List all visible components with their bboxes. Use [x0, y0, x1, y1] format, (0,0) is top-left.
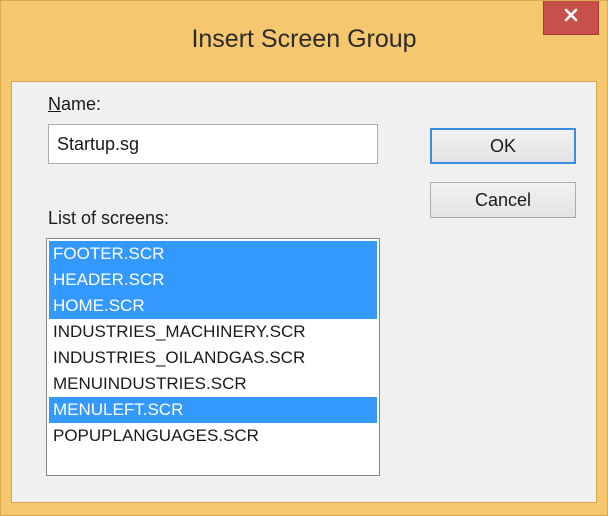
- list-item[interactable]: HEADER.SCR: [49, 267, 377, 293]
- list-item[interactable]: MENUINDUSTRIES.SCR: [49, 371, 377, 397]
- cancel-button[interactable]: Cancel: [430, 182, 576, 218]
- name-input[interactable]: [48, 124, 378, 164]
- list-item[interactable]: HOME.SCR: [49, 293, 377, 319]
- name-label-accesskey: N: [48, 94, 61, 114]
- close-button[interactable]: [543, 1, 599, 35]
- list-item[interactable]: INDUSTRIES_OILANDGAS.SCR: [49, 345, 377, 371]
- list-item[interactable]: MENULEFT.SCR: [49, 397, 377, 423]
- list-item[interactable]: POPUPLANGUAGES.SCR: [49, 423, 377, 449]
- dialog-window: Insert Screen Group Name: OK Cancel List…: [0, 0, 608, 516]
- list-item[interactable]: INDUSTRIES_MACHINERY.SCR: [49, 319, 377, 345]
- close-icon: [563, 7, 579, 28]
- name-label-text: ame:: [61, 94, 102, 114]
- ok-button[interactable]: OK: [430, 128, 576, 164]
- list-item[interactable]: FOOTER.SCR: [49, 241, 377, 267]
- dialog-body: Name: OK Cancel List of screens: FOOTER.…: [11, 81, 597, 503]
- title-bar[interactable]: Insert Screen Group: [1, 1, 607, 81]
- screens-listbox[interactable]: FOOTER.SCR HEADER.SCR HOME.SCR INDUSTRIES_M…: [46, 238, 380, 476]
- dialog-title: Insert Screen Group: [191, 25, 417, 53]
- list-of-screens-label: List of screens:: [48, 208, 170, 228]
- name-label: Name:: [48, 94, 101, 115]
